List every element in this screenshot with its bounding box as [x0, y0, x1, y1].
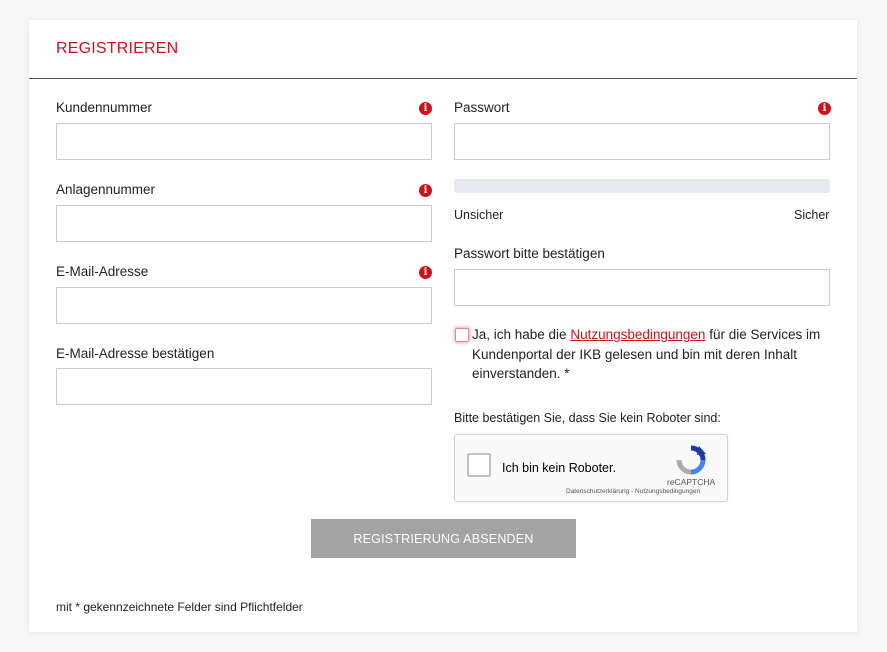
plant-number-input[interactable]	[56, 205, 432, 242]
customer-number-info-icon[interactable]: i	[419, 102, 432, 115]
plant-number-label: Anlagennummer	[56, 182, 156, 197]
terms-link[interactable]: Nutzungsbedingungen	[570, 327, 705, 342]
terms-text: Ja, ich habe die Nutzungsbedingungen für…	[472, 325, 837, 384]
password-confirm-input[interactable]	[454, 269, 830, 306]
recaptcha-label: Ich bin kein Roboter.	[502, 461, 616, 475]
recaptcha-links: Datenschutzerklärung - Nutzungsbedingung…	[566, 488, 700, 495]
email-confirm-input[interactable]	[56, 368, 432, 405]
recaptcha-terms-link[interactable]: Nutzungsbedingungen	[635, 488, 700, 495]
plant-number-info-icon[interactable]: i	[419, 184, 432, 197]
required-fields-note: mit * gekennzeichnete Felder sind Pflich…	[56, 600, 303, 614]
robot-prompt: Bitte bestätigen Sie, dass Sie kein Robo…	[454, 411, 721, 425]
password-label: Passwort	[454, 100, 510, 115]
password-input[interactable]	[454, 123, 830, 160]
terms-checkbox[interactable]	[455, 328, 469, 342]
recaptcha-privacy-link[interactable]: Datenschutzerklärung	[566, 488, 629, 495]
recaptcha-logo-icon	[676, 445, 706, 475]
password-strength-bar	[454, 179, 830, 193]
email-label: E-Mail-Adresse	[56, 264, 149, 279]
card-header: REGISTRIEREN	[29, 20, 857, 79]
strength-low-label: Unsicher	[454, 208, 504, 222]
customer-number-label: Kundennummer	[56, 100, 153, 115]
email-input[interactable]	[56, 287, 432, 324]
customer-number-input[interactable]	[56, 123, 432, 160]
registration-card: REGISTRIEREN Kundennummer i Anlagennumme…	[29, 20, 857, 632]
submit-registration-button[interactable]: REGISTRIERUNG ABSENDEN	[311, 519, 576, 558]
terms-prefix: Ja, ich habe die	[472, 327, 571, 342]
email-confirm-label: E-Mail-Adresse bestätigen	[56, 346, 215, 361]
recaptcha-checkbox[interactable]	[467, 453, 491, 477]
recaptcha-brand: reCAPTCHA	[667, 477, 716, 487]
password-confirm-label: Passwort bitte bestätigen	[454, 246, 605, 261]
recaptcha-widget: Ich bin kein Roboter. reCAPTCHA Datensch…	[454, 434, 728, 502]
email-info-icon[interactable]: i	[419, 266, 432, 279]
password-info-icon[interactable]: i	[818, 102, 831, 115]
strength-high-label: Sicher	[794, 208, 830, 222]
page-title: REGISTRIEREN	[56, 40, 179, 57]
